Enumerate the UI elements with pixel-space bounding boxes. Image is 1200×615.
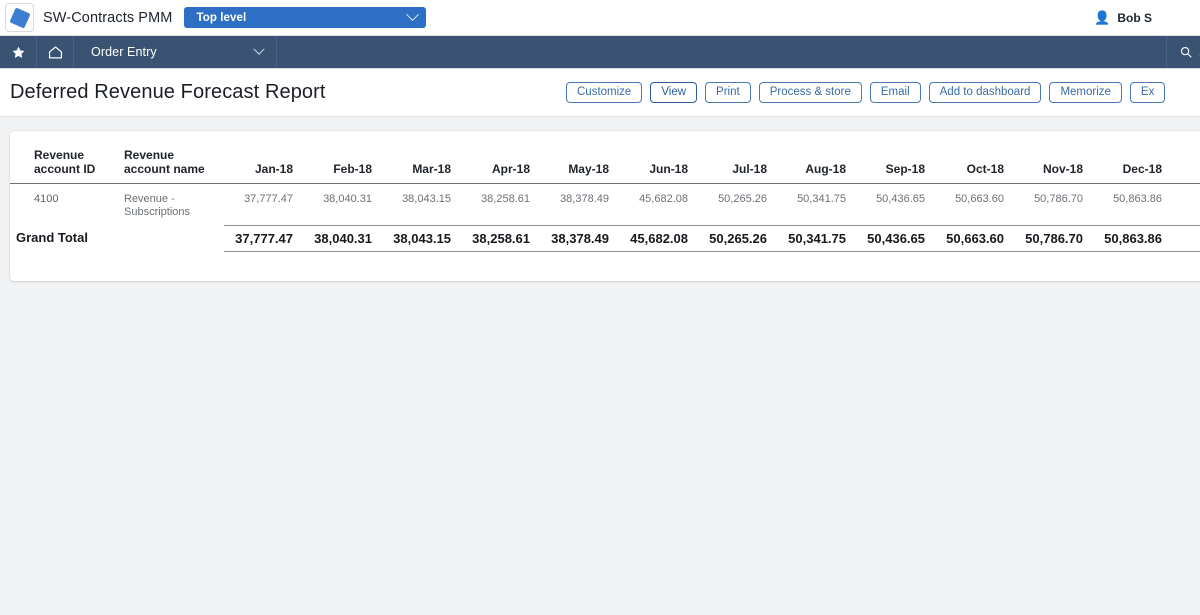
column-header-month: Dec-18 bbox=[1093, 148, 1172, 184]
favorites-button[interactable] bbox=[0, 36, 37, 68]
page-title: Deferred Revenue Forecast Report bbox=[10, 81, 326, 103]
page-header: Deferred Revenue Forecast Report Customi… bbox=[0, 69, 1200, 117]
grand-total-month-value: 38,043.15 bbox=[382, 224, 461, 252]
column-header-account-id-line2: account ID bbox=[34, 162, 96, 176]
column-header-month: Apr-18 bbox=[461, 148, 540, 184]
grand-total-month-value: 50,863.86 bbox=[1093, 224, 1172, 252]
column-header-month: Jun-18 bbox=[619, 148, 698, 184]
subsidiary-dropdown-value: Top level bbox=[196, 11, 247, 24]
grand-total-spacer bbox=[110, 225, 224, 251]
cell-month-value: 50,436.65 bbox=[876, 193, 925, 205]
table-row: 4100 Revenue - Subscriptions 37,777.47 38… bbox=[10, 184, 1200, 226]
report-card: Revenue account ID Revenue account name … bbox=[10, 131, 1200, 281]
cell-month-value: 50,341.75 bbox=[797, 193, 846, 205]
grand-total-row: Grand Total 37,777.47 38,040.31 38,043.15 3… bbox=[10, 224, 1200, 252]
app-title: SW-Contracts PMM bbox=[43, 9, 173, 26]
cell-month-value: 37,777.47 bbox=[244, 193, 293, 205]
cell-account-name-line2: Subscriptions bbox=[124, 206, 191, 218]
memorize-button[interactable]: Memorize bbox=[1049, 82, 1122, 103]
column-header-month: Jul-18 bbox=[698, 148, 777, 184]
cell-month-value: 539, bbox=[1172, 184, 1200, 226]
column-header-month: Mar-18 bbox=[382, 148, 461, 184]
report-table-head: Revenue account ID Revenue account name … bbox=[10, 148, 1200, 184]
star-icon bbox=[12, 46, 24, 58]
grand-total-month-value: 50,265.26 bbox=[698, 224, 777, 252]
chevron-down-icon bbox=[406, 8, 420, 22]
customize-button[interactable]: Customize bbox=[566, 82, 643, 103]
grand-total-label: Grand Total bbox=[16, 230, 88, 245]
search-icon bbox=[1180, 46, 1192, 58]
column-header-month: Sep-18 bbox=[856, 148, 935, 184]
logo-diamond-shape bbox=[8, 6, 31, 29]
cell-account-name-line1: Revenue - bbox=[124, 193, 175, 205]
column-header-month: Nov-18 bbox=[1014, 148, 1093, 184]
grand-total-month-value: 45,682.08 bbox=[619, 224, 698, 252]
cell-month-value: 38,043.15 bbox=[402, 193, 451, 205]
cell-month-value: 50,663.60 bbox=[955, 193, 1004, 205]
view-button[interactable]: View bbox=[650, 82, 698, 103]
cell-month-value: 50,265.26 bbox=[718, 193, 767, 205]
grand-total-month-value: 50,341.75 bbox=[777, 224, 856, 252]
column-header-month: Feb-18 bbox=[303, 148, 382, 184]
column-header-month bbox=[1172, 148, 1200, 184]
user-menu[interactable]: 👤 Bob S bbox=[1094, 0, 1152, 35]
table-header-row: Revenue account ID Revenue account name … bbox=[10, 148, 1200, 184]
subsidiary-dropdown[interactable]: Top level bbox=[184, 7, 427, 28]
nav-menu-label: Order Entry bbox=[91, 45, 157, 59]
process-and-store-button[interactable]: Process & store bbox=[758, 82, 862, 103]
export-button[interactable]: Ex bbox=[1129, 82, 1166, 103]
global-search[interactable]: S bbox=[1166, 36, 1200, 68]
column-header-account-name-line1: Revenue bbox=[124, 148, 175, 162]
report-table: Revenue account ID Revenue account name … bbox=[10, 148, 1200, 252]
add-to-dashboard-button[interactable]: Add to dashboard bbox=[928, 82, 1042, 103]
column-header-account-id: Revenue account ID bbox=[10, 148, 110, 184]
cell-account-name: Revenue - Subscriptions bbox=[110, 184, 224, 226]
netsuite-diamond-logo-icon[interactable] bbox=[5, 3, 34, 32]
cell-month-value: 50,863.86 bbox=[1113, 193, 1162, 205]
cell-month-value: 45,682.08 bbox=[639, 193, 688, 205]
grand-total-month-value: 50,663.60 bbox=[935, 224, 1014, 252]
email-button[interactable]: Email bbox=[869, 82, 921, 103]
brand-bar: SW-Contracts PMM Top level 👤 Bob S bbox=[0, 0, 1200, 36]
cell-month-value: 38,258.61 bbox=[481, 193, 530, 205]
cell-month-value: 50,786.70 bbox=[1034, 193, 1083, 205]
column-header-account-name: Revenue account name bbox=[110, 148, 224, 184]
column-header-month: Aug-18 bbox=[777, 148, 856, 184]
cell-month-value: 38,378.49 bbox=[560, 193, 609, 205]
nav-menu-order-entry[interactable]: Order Entry bbox=[74, 36, 277, 68]
report-table-body: 4100 Revenue - Subscriptions 37,777.47 38… bbox=[10, 184, 1200, 252]
grand-total-month-value: 38,378.49 bbox=[540, 224, 619, 252]
grand-total-month-value: 539, bbox=[1172, 224, 1200, 252]
chevron-down-icon bbox=[253, 43, 265, 55]
column-header-account-name-line2: account name bbox=[124, 162, 205, 176]
home-button[interactable] bbox=[37, 36, 74, 68]
user-name-label: Bob S bbox=[1117, 10, 1152, 25]
column-header-month: May-18 bbox=[540, 148, 619, 184]
column-header-month: Jan-18 bbox=[224, 148, 303, 184]
cell-account-id: 4100 bbox=[34, 193, 59, 205]
grand-total-month-value: 38,258.61 bbox=[461, 224, 540, 252]
user-icon: 👤 bbox=[1094, 10, 1111, 25]
page-content: Revenue account ID Revenue account name … bbox=[0, 117, 1200, 615]
cell-month-value: 38,040.31 bbox=[323, 193, 372, 205]
column-header-account-id-line1: Revenue bbox=[34, 148, 85, 162]
grand-total-month-value: 50,786.70 bbox=[1014, 224, 1093, 252]
report-toolbar: Customize View Print Process & store Email Ad… bbox=[566, 69, 1166, 116]
navigation-bar: Order Entry S bbox=[0, 36, 1200, 69]
home-icon bbox=[48, 45, 62, 58]
grand-total-month-value: 50,436.65 bbox=[856, 224, 935, 252]
column-header-month: Oct-18 bbox=[935, 148, 1014, 184]
grand-total-month-value: 37,777.47 bbox=[224, 224, 303, 252]
grand-total-month-value: 38,040.31 bbox=[303, 224, 382, 252]
print-button[interactable]: Print bbox=[705, 82, 751, 103]
